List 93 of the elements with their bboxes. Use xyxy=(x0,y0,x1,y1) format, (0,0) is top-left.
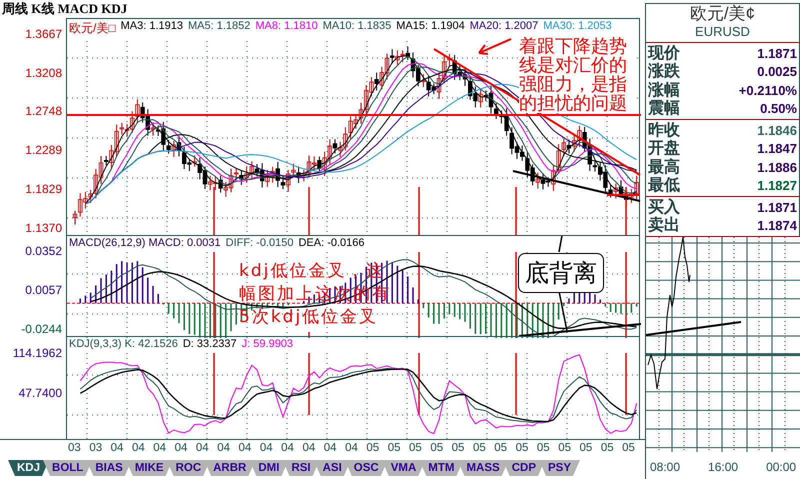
level-line xyxy=(607,194,640,196)
axis-label: 04 xyxy=(345,441,358,456)
axis-label: 114.1962 xyxy=(12,346,62,360)
axis-label: 04 xyxy=(217,441,230,456)
quote-label: 最高 xyxy=(648,156,680,177)
quote-value: 1.1871 xyxy=(757,46,797,61)
quote-value: 1.1846 xyxy=(757,122,797,138)
axis-label: 04 xyxy=(281,441,294,456)
axis-label: 1.1370 xyxy=(25,220,62,235)
axis-label: 04 xyxy=(153,441,166,456)
quote-label: 现价 xyxy=(648,42,680,62)
axis-label: 05 xyxy=(452,441,464,456)
quote-value: +0.2110% xyxy=(738,82,797,98)
axis-label: 05 xyxy=(516,441,528,456)
axis-label: 05 xyxy=(622,441,635,456)
axis-label: 05 xyxy=(536,441,550,456)
symbol-label: 欧元/美□ xyxy=(69,20,116,37)
marker-line xyxy=(308,332,310,338)
axis-label: 04 xyxy=(196,441,209,456)
axis-label: 00:00 xyxy=(766,459,796,476)
axis-label: 0.0352 xyxy=(25,244,62,258)
legend-value: MACD(26,12,9) MACD: 0.0031 xyxy=(69,236,221,249)
quote-value: 0.0025 xyxy=(757,64,797,80)
axis-label: 1.3208 xyxy=(25,66,62,80)
axis-label: -0.0244 xyxy=(21,322,62,336)
axis-label: 1.2748 xyxy=(25,104,62,118)
axis-label: 04 xyxy=(110,441,124,456)
axis-label: 05 xyxy=(430,441,444,456)
axis-label: 05 xyxy=(472,441,486,456)
quote-label: 买入 xyxy=(648,196,680,216)
quote-code: EURUSD xyxy=(695,24,750,39)
axis-label: 05 xyxy=(580,441,592,456)
legend-value: DIFF: -0.0150 xyxy=(226,236,294,249)
quote-label: 昨收 xyxy=(648,120,680,140)
legend-value: MA30: 1.2053 xyxy=(543,20,612,34)
marker-line xyxy=(515,353,517,416)
axis-label: 04 xyxy=(302,441,316,456)
marker-line xyxy=(418,353,420,416)
axis-label: 1.2289 xyxy=(25,143,62,158)
axis-label: 05 xyxy=(494,441,508,456)
quote-value: 1.1871 xyxy=(757,200,797,215)
quote-label: 涨幅 xyxy=(648,80,680,100)
marker-line xyxy=(418,187,420,236)
legend-value: MA5: 1.1852 xyxy=(188,20,250,34)
quote-label: 最低 xyxy=(648,175,680,196)
axis-label: 03 xyxy=(68,441,81,456)
axis-label: 08:00 xyxy=(650,459,680,476)
axis-label: 1.3667 xyxy=(25,27,62,41)
axis-label: 04 xyxy=(132,441,145,456)
axis-label: 04 xyxy=(260,441,273,456)
legend-value: KDJ(9,3,3) K: 42.1526 xyxy=(69,338,178,350)
marker-line xyxy=(625,187,627,236)
axis-label: 05 xyxy=(600,441,614,456)
axis-label: 04 xyxy=(174,441,188,456)
quote-label: 卖出 xyxy=(648,215,680,236)
quote-value: 1.1874 xyxy=(757,218,797,234)
quote-value: 1.1847 xyxy=(757,141,797,156)
axis-label: 05 xyxy=(366,441,380,456)
legend-value: MA8: 1.1810 xyxy=(255,20,318,34)
legend-value: MA20: 1.2007 xyxy=(470,20,538,34)
quote-label: 开盘 xyxy=(648,138,680,158)
callout-label: 底背离 xyxy=(518,252,604,293)
marker-line xyxy=(625,353,627,416)
legend-value: DEA: -0.0166 xyxy=(298,236,365,249)
axis-label: 05 xyxy=(409,441,422,456)
marker-line xyxy=(308,187,310,236)
quote-value: 1.1827 xyxy=(757,178,797,194)
quote-label: 涨跌 xyxy=(648,61,680,82)
quote-name: 欧元/美¢ xyxy=(690,4,756,24)
axis-label: 05 xyxy=(558,441,571,456)
arrow-drawing xyxy=(478,38,512,55)
quote-value: 0.50% xyxy=(760,101,797,116)
axis-label: 03 xyxy=(89,441,102,456)
axis-label: 04 xyxy=(238,441,252,456)
chart-title: 周线 K线 MACD KDJ xyxy=(1,0,128,18)
marker-line xyxy=(308,353,310,416)
legend-value: MA15: 1.1904 xyxy=(396,20,465,34)
marker-line xyxy=(213,353,215,416)
legend-value: J: 59.9903 xyxy=(242,338,294,350)
legend-value: MA10: 1.1835 xyxy=(322,20,392,34)
axis-label: 16:00 xyxy=(708,459,738,476)
axis-label: 04 xyxy=(324,441,337,456)
marker-line xyxy=(213,187,215,236)
marker-line xyxy=(515,187,517,236)
quote-value: 1.1886 xyxy=(757,160,797,175)
axis-label: 0.0057 xyxy=(25,282,62,297)
axis-label: 1.1829 xyxy=(25,182,62,196)
axis-label: 05 xyxy=(388,441,400,456)
axis-label: 47.7400 xyxy=(18,386,62,400)
annotation-text: 着跟下降趋势线是对汇价的强阻力，是指的担忧的问题 xyxy=(519,37,633,113)
legend-value: MA3: 1.1913 xyxy=(120,20,183,34)
legend-value: D: 33.2337 xyxy=(182,338,237,350)
quote-label: 震幅 xyxy=(648,98,680,120)
